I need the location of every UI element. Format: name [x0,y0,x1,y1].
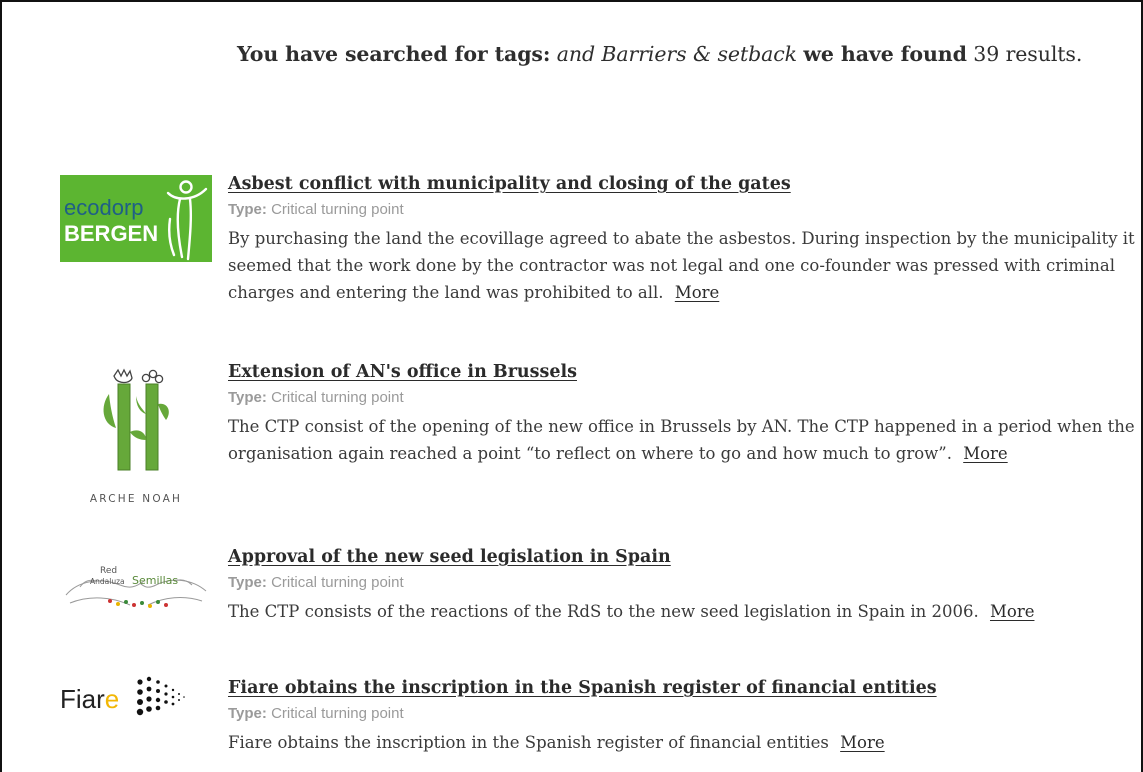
summary-results-label: results. [1005,42,1083,66]
result-type-label: Type: [228,389,267,406]
red-text: Red [100,566,117,576]
ecodorp-text: ecodorp [64,195,144,220]
result-type-label: Type: [228,574,267,591]
semillas-text: Semillas [132,574,178,587]
result-type-label: Type: [228,201,267,218]
more-link[interactable]: More [963,444,1007,463]
more-link[interactable]: More [840,733,884,752]
result-description-text: Fiare obtains the inscription in the Spa… [228,733,829,752]
result-type-value: Critical turning point [271,389,404,406]
summary-tags: and Barriers & setback [556,42,797,66]
arche-noah-flowers-icon [113,368,164,384]
result-description: The CTP consist of the opening of the ne… [228,413,1143,467]
summary-prefix: You have searched for tags: [237,42,551,66]
red-andaluza-semillas-logo[interactable]: Red Andaluza Semillas [60,551,212,623]
andaluza-text: Andaluza [90,577,125,586]
ecodorp-bergen-logo-image: ecodorp BERGEN [60,175,212,262]
more-link[interactable]: More [675,283,719,302]
result-content: Asbest conflict with municipality and cl… [228,174,1143,306]
arche-noah-logo-image: ARCHE NOAH [90,368,182,505]
arche-noah-logo[interactable]: ARCHE NOAH [60,366,212,506]
fiare-logo-image: Fiare [60,676,185,716]
ecodorp-bergen-logo[interactable]: ecodorp BERGEN [60,175,212,262]
result-title-link[interactable]: Approval of the new seed legislation in … [228,547,671,567]
result-type-label: Type: [228,705,267,722]
fiare-text-main: Fiar [60,684,105,714]
more-link[interactable]: More [990,602,1034,621]
result-type: Type: Critical turning point [228,705,1143,722]
search-results-page: You have searched for tags: and Barriers… [0,0,1143,772]
red-andaluza-semillas-logo-image: Red Andaluza Semillas [65,566,207,608]
summary-count: 39 [973,42,1000,66]
bergen-text: BERGEN [64,221,158,246]
arche-noah-text: ARCHE NOAH [90,493,182,505]
result-type-value: Critical turning point [271,574,404,591]
result-type: Type: Critical turning point [228,389,1143,406]
result-type: Type: Critical turning point [228,574,1143,591]
result-description: Fiare obtains the inscription in the Spa… [228,729,1143,756]
result-description: The CTP consists of the reactions of the… [228,598,1143,625]
result-description: By purchasing the land the ecovillage ag… [228,225,1143,306]
result-content: Approval of the new seed legislation in … [228,547,1143,625]
fiare-logo[interactable]: Fiare [60,670,212,726]
result-content: Extension of AN's office in Brussels Typ… [228,362,1143,467]
fiare-text: Fiare [60,684,119,714]
result-type-value: Critical turning point [271,201,404,218]
result-title-link[interactable]: Fiare obtains the inscription in the Spa… [228,678,937,698]
result-type-value: Critical turning point [271,705,404,722]
result-title-link[interactable]: Extension of AN's office in Brussels [228,362,577,382]
result-description-text: The CTP consists of the reactions of the… [228,602,979,621]
fiare-dots-icon [136,676,185,716]
result-content: Fiare obtains the inscription in the Spa… [228,678,1143,756]
result-title-link[interactable]: Asbest conflict with municipality and cl… [228,174,791,194]
summary-found-label: we have found [803,42,967,66]
search-summary: You have searched for tags: and Barriers… [237,42,1082,66]
result-type: Type: Critical turning point [228,201,1143,218]
fiare-text-accent: e [105,684,119,714]
